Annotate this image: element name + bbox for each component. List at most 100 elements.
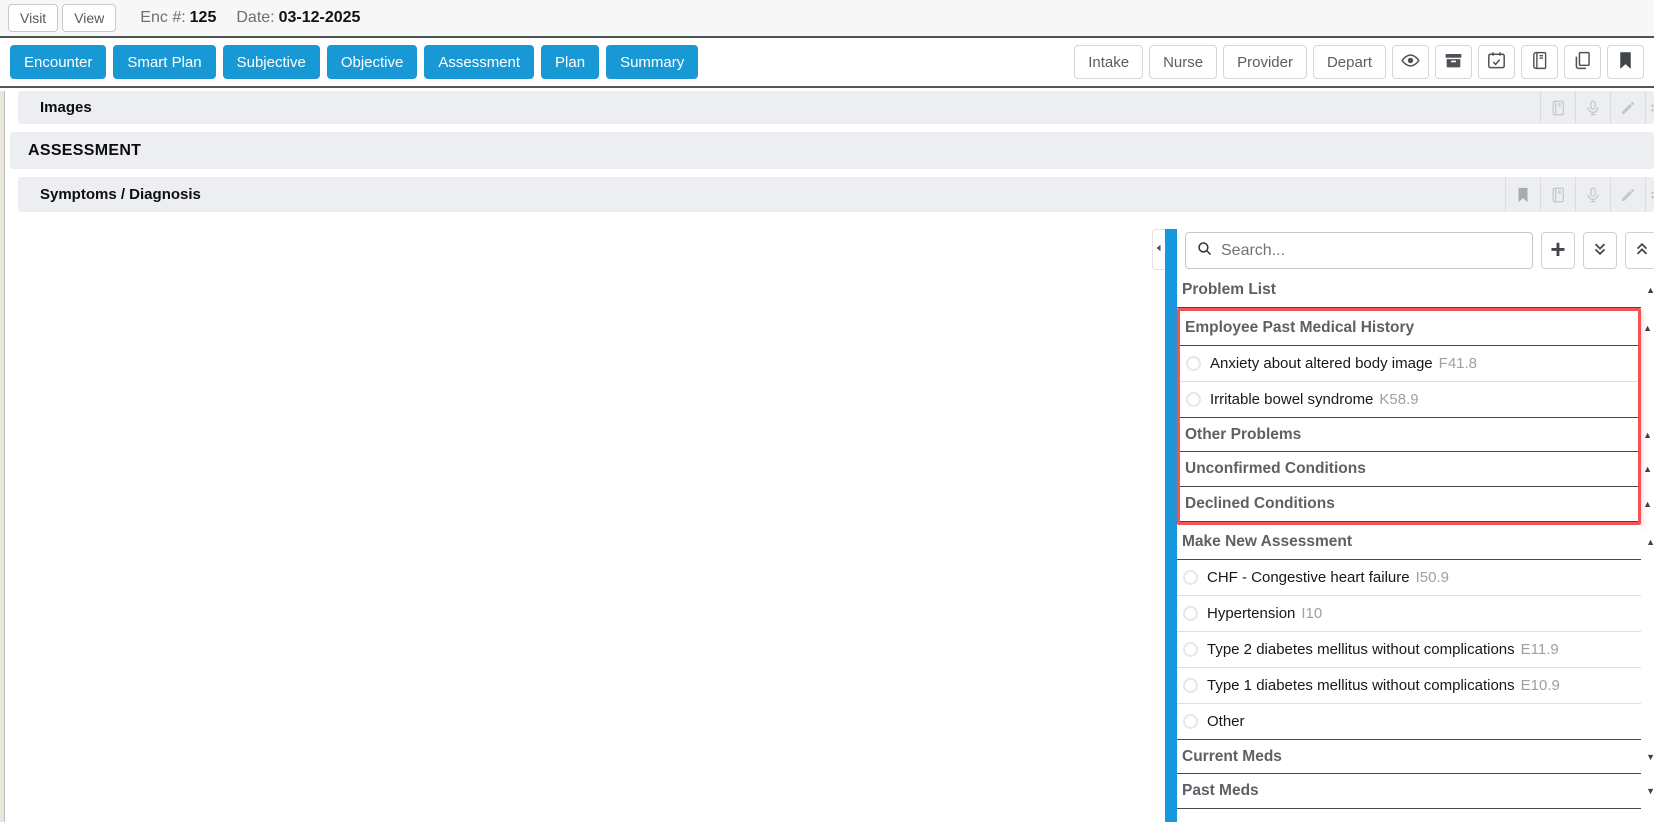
stage-button-nurse[interactable]: Nurse: [1149, 45, 1217, 79]
nav-right: IntakeNurseProviderDepart: [1068, 45, 1644, 79]
problem-item-type-2-diabetes-mellitus-without-complications[interactable]: Type 2 diabetes mellitus without complic…: [1177, 632, 1641, 668]
radio-circle[interactable]: [1183, 714, 1198, 729]
pencil-icon[interactable]: [1610, 177, 1645, 212]
archive-button[interactable]: [1435, 45, 1472, 79]
nav-tab-summary[interactable]: Summary: [606, 45, 698, 79]
nav-tab-plan[interactable]: Plan: [541, 45, 599, 79]
icd-code: K58.9: [1379, 391, 1418, 408]
problem-item-irritable-bowel-syndrome[interactable]: Irritable bowel syndrome K58.9: [1180, 382, 1638, 418]
section-header-label: Past Meds: [1182, 782, 1259, 800]
stage-button-provider[interactable]: Provider: [1223, 45, 1307, 79]
main-content: Images ASSESSMENT Symptoms / Diagnosis +: [0, 91, 1654, 822]
triangle-up-icon: ▲: [1643, 323, 1652, 333]
icd-code: E11.9: [1521, 641, 1559, 658]
triangle-down-icon: ▼: [1646, 786, 1654, 796]
eye-icon: [1400, 50, 1421, 74]
problem-item-label: Anxiety about altered body image: [1210, 355, 1433, 372]
book-icon[interactable]: [1540, 91, 1575, 124]
triangle-down-icon: ▼: [1646, 752, 1654, 762]
section-header-declined-conditions[interactable]: Declined Conditions▲: [1180, 487, 1638, 522]
radio-circle[interactable]: [1183, 678, 1198, 693]
section-header-current-meds[interactable]: Current Meds▼: [1177, 739, 1641, 774]
problem-item-label: CHF - Congestive heart failure: [1207, 569, 1410, 586]
section-header-label: Current Meds: [1182, 748, 1282, 766]
images-section-title: Images: [18, 99, 92, 116]
stage-button-intake[interactable]: Intake: [1074, 45, 1143, 79]
symptoms-diagnosis-title: Symptoms / Diagnosis: [18, 186, 201, 203]
nav-tab-assessment[interactable]: Assessment: [424, 45, 534, 79]
problem-item-type-1-diabetes-mellitus-without-complications[interactable]: Type 1 diabetes mellitus without complic…: [1177, 668, 1641, 704]
problem-item-label: Irritable bowel syndrome: [1210, 391, 1373, 408]
problem-item-label: Other: [1207, 713, 1245, 730]
section-header-past-meds[interactable]: Past Meds▼: [1177, 774, 1641, 809]
nav-tab-subjective[interactable]: Subjective: [223, 45, 320, 79]
assessment-section-bar[interactable]: ASSESSMENT: [10, 132, 1654, 169]
stage-button-depart[interactable]: Depart: [1313, 45, 1386, 79]
enc-value: 125: [190, 9, 217, 26]
microphone-icon[interactable]: [1575, 177, 1610, 212]
triangle-left-icon: [1153, 242, 1165, 257]
section-header-label: Make New Assessment: [1182, 533, 1352, 551]
radio-circle[interactable]: [1186, 356, 1201, 371]
section-header-label: Declined Conditions: [1185, 495, 1335, 513]
section-header-make-new-assessment[interactable]: Make New Assessment▲: [1177, 525, 1641, 560]
search-input[interactable]: [1221, 242, 1522, 260]
search-icon: [1196, 240, 1213, 262]
triangle-up-icon: ▲: [1643, 464, 1652, 474]
eye-button[interactable]: [1392, 45, 1429, 79]
images-bar-icons: [1540, 91, 1654, 124]
radio-circle[interactable]: [1183, 642, 1198, 657]
encounter-date: Date: 03-12-2025: [236, 9, 360, 27]
panel-accent-bar: [1165, 229, 1177, 822]
problem-item-anxiety-about-altered-body-image[interactable]: Anxiety about altered body imageF41.8: [1180, 346, 1638, 382]
radio-circle[interactable]: [1183, 606, 1198, 621]
symptoms-bar-icons: [1505, 177, 1654, 212]
calendar-check-button[interactable]: [1478, 45, 1515, 79]
stage-buttons: IntakeNurseProviderDepart: [1068, 45, 1386, 79]
panel-collapse-button[interactable]: [1152, 229, 1165, 270]
book-icon[interactable]: [1540, 177, 1575, 212]
date-label: Date:: [236, 9, 274, 26]
radio-circle[interactable]: [1183, 570, 1198, 585]
dots-icon: [1645, 91, 1654, 124]
view-button[interactable]: View: [62, 4, 116, 32]
section-header-problem-list[interactable]: Problem List▲: [1177, 273, 1641, 308]
expand-all-button[interactable]: [1625, 232, 1654, 269]
problem-item-chf-congestive-heart-failure[interactable]: CHF - Congestive heart failureI50.9: [1177, 560, 1641, 596]
problem-item-hypertension[interactable]: HypertensionI10: [1177, 596, 1641, 632]
book-button[interactable]: [1521, 45, 1558, 79]
radio-circle[interactable]: [1186, 392, 1201, 407]
book-icon: [1529, 50, 1550, 74]
bookmark-icon[interactable]: [1505, 177, 1540, 212]
problem-item-other[interactable]: Other: [1177, 704, 1641, 740]
problem-list: Problem List▲Employee Past Medical Histo…: [1177, 273, 1641, 809]
copy-icon: [1572, 50, 1593, 74]
nav-tab-encounter[interactable]: Encounter: [10, 45, 106, 79]
images-section-bar[interactable]: Images: [18, 91, 1654, 124]
nav-tab-smart-plan[interactable]: Smart Plan: [113, 45, 215, 79]
section-header-employee-past-medical-history[interactable]: Employee Past Medical History▲: [1180, 311, 1638, 346]
panel-body: + Problem List▲Employee Past Medical His…: [1177, 229, 1654, 822]
double-chevron-down-icon: [1591, 240, 1609, 261]
add-problem-button[interactable]: +: [1541, 232, 1575, 269]
triangle-up-icon: ▲: [1643, 499, 1652, 509]
section-header-unconfirmed-conditions[interactable]: Unconfirmed Conditions▲: [1180, 452, 1638, 487]
search-box[interactable]: [1185, 232, 1533, 269]
pencil-icon[interactable]: [1610, 91, 1645, 124]
bookmark-button[interactable]: [1607, 45, 1644, 79]
calendar-check-icon: [1486, 50, 1507, 74]
toolbar-icon-buttons: [1386, 45, 1644, 79]
enc-label: Enc #:: [140, 9, 185, 26]
nav-tabs: EncounterSmart PlanSubjectiveObjectiveAs…: [10, 45, 705, 79]
nav-tab-objective[interactable]: Objective: [327, 45, 418, 79]
problem-item-label: Type 1 diabetes mellitus without complic…: [1207, 677, 1515, 694]
date-value: 03-12-2025: [279, 9, 361, 26]
visit-button[interactable]: Visit: [8, 4, 58, 32]
copy-button[interactable]: [1564, 45, 1601, 79]
symptoms-diagnosis-section-bar[interactable]: Symptoms / Diagnosis: [18, 177, 1654, 212]
collapse-all-button[interactable]: [1583, 232, 1617, 269]
topbar: Visit View Enc #: 125 Date: 03-12-2025: [0, 0, 1654, 38]
section-header-other-problems[interactable]: Other Problems▲: [1180, 417, 1638, 452]
microphone-icon[interactable]: [1575, 91, 1610, 124]
panel-search-row: +: [1177, 232, 1654, 269]
